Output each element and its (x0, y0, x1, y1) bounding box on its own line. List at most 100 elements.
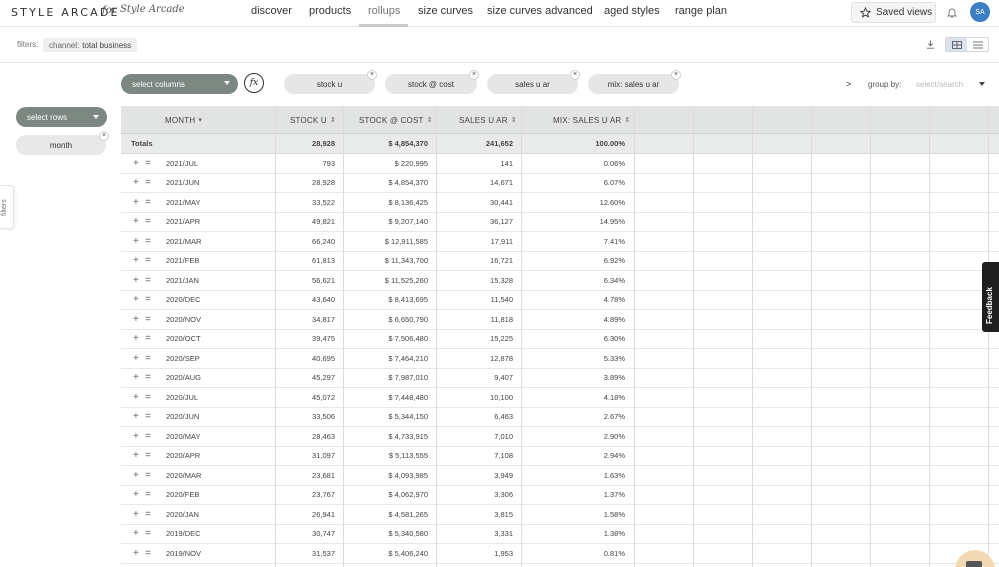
expand-row-icon[interactable]: + (133, 408, 139, 427)
table-row[interactable]: + = 2019/DEC 30,747 $ 5,340,580 3,331 1.38% (121, 524, 999, 544)
drag-handle-icon[interactable]: = (145, 154, 151, 173)
column-header-month[interactable]: MONTH ▾ (165, 106, 202, 134)
nav-item-size-curves-advanced[interactable]: size curves advanced (487, 5, 593, 17)
column-chip-stock-cost[interactable]: stock @ cost (385, 74, 477, 94)
expand-row-icon[interactable]: + (133, 252, 139, 271)
table-row[interactable]: + = 2020/JUL 45,072 $ 7,448,480 10,100 4.18% (121, 388, 999, 408)
table-row[interactable]: + = 2021/MAY 33,522 $ 8,136,425 30,441 12.60% (121, 193, 999, 213)
drag-handle-icon[interactable]: = (145, 252, 151, 271)
bell-icon[interactable] (946, 6, 958, 19)
table-row[interactable]: + = 2020/MAY 28,463 $ 4,733,915 7,010 2.90% (121, 427, 999, 447)
expand-row-icon[interactable]: + (133, 291, 139, 310)
drag-handle-icon[interactable]: = (145, 427, 151, 446)
drag-handle-icon[interactable]: = (145, 544, 151, 563)
drag-handle-icon[interactable]: = (145, 232, 151, 251)
nav-item-discover[interactable]: discover (251, 5, 292, 17)
column-header-stock-cost[interactable]: STOCK @ COST ⇕ (359, 106, 433, 134)
table-row[interactable]: + = 2021/MAR 66,240 $ 12,911,585 17,911 7.41% (121, 232, 999, 252)
table-row[interactable]: + = 2019/NOV 31,537 $ 5,406,240 1,953 0.81% (121, 544, 999, 564)
expand-row-icon[interactable]: + (133, 193, 139, 212)
table-row[interactable]: + = 2020/MAR 23,681 $ 4,093,985 3,949 1.63% (121, 466, 999, 486)
column-header-mix-sales-u-ar[interactable]: MIX: SALES U AR ⇕ (553, 106, 630, 134)
remove-column-stock-u-icon[interactable]: × (367, 70, 377, 80)
select-rows-dropdown[interactable]: select rows (16, 107, 107, 127)
group-by-chevron-down-icon[interactable] (979, 82, 985, 86)
drag-handle-icon[interactable]: = (145, 486, 151, 505)
table-row[interactable]: + = 2020/APR 31,097 $ 5,113,555 7,108 2.94% (121, 446, 999, 466)
sort-icon[interactable]: ⇕ (330, 116, 336, 124)
table-row[interactable]: + = 2021/JUN 28,928 $ 4,854,370 14,671 6.07% (121, 173, 999, 193)
scroll-right-icon[interactable]: > (846, 79, 851, 89)
filters-side-tab[interactable]: filters (0, 185, 14, 229)
filter-chip-channel[interactable]: channel: total business (43, 38, 138, 52)
table-row[interactable]: + = 2020/DEC 43,640 $ 8,413,695 11,540 4.78% (121, 290, 999, 310)
table-row[interactable]: + = 2020/OCT 39,475 $ 7,506,480 15,225 6.30% (121, 329, 999, 349)
nav-item-products[interactable]: products (309, 5, 351, 17)
sort-icon[interactable]: ⇕ (624, 116, 630, 124)
expand-row-icon[interactable]: + (133, 505, 139, 524)
sort-icon[interactable]: ⇕ (427, 116, 433, 124)
table-row[interactable]: + = 2020/JAN 26,941 $ 4,581,265 3,815 1.58% (121, 505, 999, 525)
table-row[interactable]: + = 2020/NOV 34,817 $ 6,650,790 11,818 4.89% (121, 310, 999, 330)
expand-row-icon[interactable]: + (133, 486, 139, 505)
table-row[interactable]: + = 2021/FEB 61,813 $ 11,343,700 16,721 6.92% (121, 251, 999, 271)
nav-item-aged-styles[interactable]: aged styles (604, 5, 660, 17)
expand-row-icon[interactable]: + (133, 330, 139, 349)
nav-item-rollups[interactable]: rollups (368, 5, 400, 17)
table-row[interactable]: + = 2021/JAN 56,621 $ 11,525,260 15,328 6.34% (121, 271, 999, 291)
remove-column-mix-sales-u-ar-icon[interactable]: × (671, 70, 681, 80)
saved-views-button[interactable]: Saved views (851, 2, 936, 23)
drag-handle-icon[interactable]: = (145, 291, 151, 310)
expand-row-icon[interactable]: + (133, 447, 139, 466)
drag-handle-icon[interactable]: = (145, 466, 151, 485)
remove-row-month-icon[interactable]: × (99, 131, 109, 141)
expand-row-icon[interactable]: + (133, 388, 139, 407)
expand-row-icon[interactable]: + (133, 271, 139, 290)
list-view-button[interactable] (967, 38, 988, 51)
drag-handle-icon[interactable]: = (145, 174, 151, 193)
nav-item-range-plan[interactable]: range plan (675, 5, 727, 17)
expand-row-icon[interactable]: + (133, 310, 139, 329)
drag-handle-icon[interactable]: = (145, 310, 151, 329)
select-columns-dropdown[interactable]: select columns (121, 74, 238, 94)
nav-item-size-curves[interactable]: size curves (418, 5, 473, 17)
grid-view-button[interactable] (946, 38, 967, 51)
sort-icon[interactable]: ⇕ (511, 116, 517, 124)
column-chip-mix-sales-u-ar[interactable]: mix: sales u ar (588, 74, 679, 94)
drag-handle-icon[interactable]: = (145, 505, 151, 524)
expand-row-icon[interactable]: + (133, 525, 139, 544)
sort-caret-icon[interactable]: ▾ (198, 116, 202, 124)
feedback-tab[interactable]: Feedback (982, 262, 999, 332)
expand-row-icon[interactable]: + (133, 466, 139, 485)
column-header-sales-u-ar[interactable]: SALES U AR ⇕ (459, 106, 517, 134)
expand-row-icon[interactable]: + (133, 213, 139, 232)
download-icon[interactable] (925, 39, 936, 50)
drag-handle-icon[interactable]: = (145, 408, 151, 427)
drag-handle-icon[interactable]: = (145, 213, 151, 232)
expand-row-icon[interactable]: + (133, 427, 139, 446)
drag-handle-icon[interactable]: = (145, 193, 151, 212)
group-by-select[interactable]: select/search (916, 80, 963, 89)
table-row[interactable]: + = 2021/APR 49,821 $ 9,207,140 36,127 14.95% (121, 212, 999, 232)
drag-handle-icon[interactable]: = (145, 330, 151, 349)
column-chip-stock-u[interactable]: stock u (284, 74, 375, 94)
expand-row-icon[interactable]: + (133, 174, 139, 193)
table-row[interactable]: + = 2020/SEP 40,695 $ 7,464,210 12,878 5.33% (121, 349, 999, 369)
drag-handle-icon[interactable]: = (145, 447, 151, 466)
expand-row-icon[interactable]: + (133, 349, 139, 368)
remove-column-stock-cost-icon[interactable]: × (469, 70, 479, 80)
user-avatar[interactable]: SA (970, 2, 990, 22)
drag-handle-icon[interactable]: = (145, 271, 151, 290)
drag-handle-icon[interactable]: = (145, 369, 151, 388)
expand-row-icon[interactable]: + (133, 154, 139, 173)
expand-row-icon[interactable]: + (133, 544, 139, 563)
expand-row-icon[interactable]: + (133, 369, 139, 388)
drag-handle-icon[interactable]: = (145, 525, 151, 544)
table-row[interactable]: + = 2020/AUG 45,297 $ 7,987,010 9,407 3.89% (121, 368, 999, 388)
drag-handle-icon[interactable]: = (145, 388, 151, 407)
formula-button[interactable]: fx (244, 73, 264, 93)
table-row[interactable]: + = 2021/JUL 793 $ 220,995 141 0.06% (121, 154, 999, 174)
remove-column-sales-u-ar-icon[interactable]: × (570, 70, 580, 80)
expand-row-icon[interactable]: + (133, 232, 139, 251)
table-row[interactable]: + = 2020/FEB 23,767 $ 4,062,970 3,306 1.37% (121, 485, 999, 505)
